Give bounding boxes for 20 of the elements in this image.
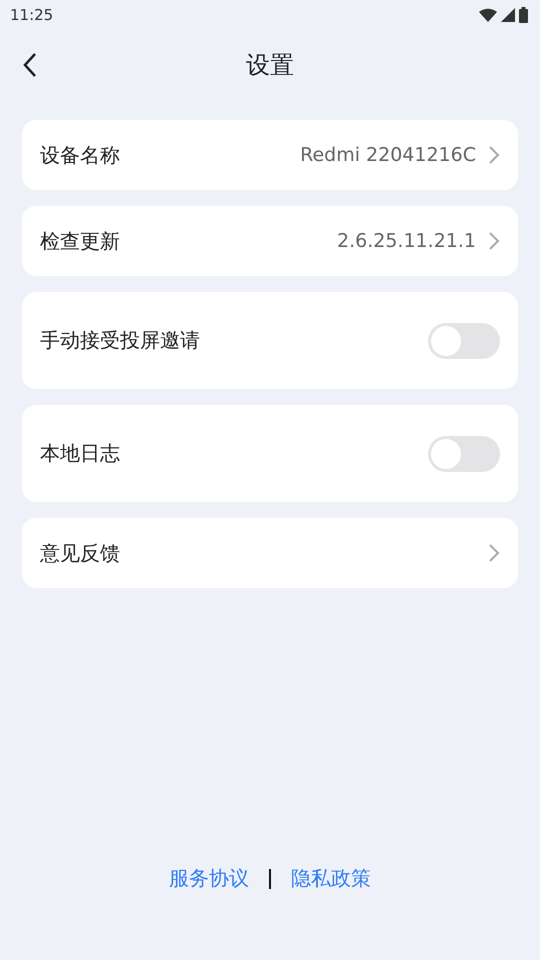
signal-icon bbox=[501, 8, 515, 22]
chevron-icon bbox=[488, 231, 500, 251]
row-value: Redmi 22041216C bbox=[300, 144, 476, 166]
chevron-icon bbox=[488, 543, 500, 563]
status-time: 11:25 bbox=[10, 6, 54, 24]
row-label: 检查更新 bbox=[40, 228, 121, 254]
row-label: 本地日志 bbox=[40, 440, 121, 467]
settings-row[interactable]: 检查更新 2.6.25.11.21.1 bbox=[22, 206, 518, 276]
wifi-icon bbox=[479, 8, 497, 22]
settings-row[interactable]: 设备名称 Redmi 22041216C bbox=[22, 120, 518, 190]
toggle-switch[interactable] bbox=[428, 322, 500, 358]
row-label: 设备名称 bbox=[40, 142, 121, 168]
row-label: 意见反馈 bbox=[40, 540, 121, 566]
battery-icon bbox=[519, 7, 528, 23]
chevron-icon bbox=[488, 145, 500, 165]
page-title: 设置 bbox=[246, 50, 294, 81]
row-label: 手动接受投屏邀请 bbox=[40, 327, 201, 354]
settings-row[interactable]: 意见反馈 bbox=[22, 518, 518, 588]
row-value: 2.6.25.11.21.1 bbox=[337, 230, 476, 252]
toggle-switch[interactable] bbox=[428, 436, 500, 472]
